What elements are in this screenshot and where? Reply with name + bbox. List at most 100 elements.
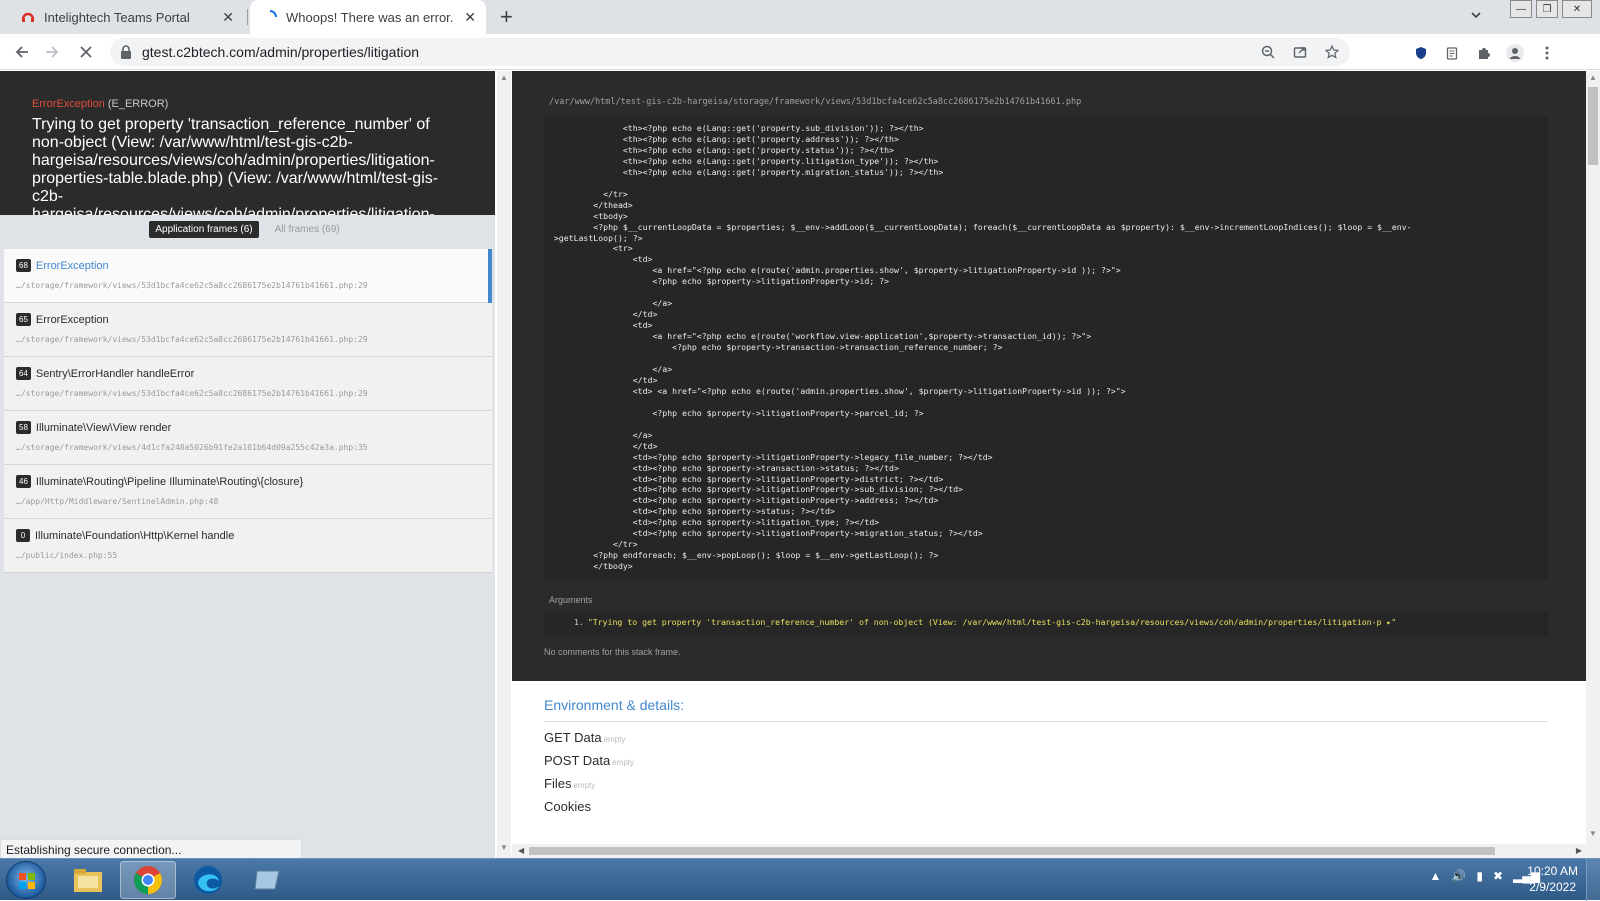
frame-item[interactable]: 68 ErrorException …/storage/framework/vie… (4, 249, 492, 303)
exception-class: ErrorException (32, 98, 105, 110)
frame-path: …/storage/framework/views/53d1bcfa4ce62c… (16, 281, 368, 290)
code-block: <th><?php echo e(Lang::get('property.sub… (544, 117, 1548, 579)
code-lines: <th><?php echo e(Lang::get('property.sub… (553, 123, 1412, 572)
stop-loading-icon[interactable] (74, 40, 98, 64)
frame-list: 68 ErrorException …/storage/framework/vie… (4, 249, 492, 573)
left-panel-scrollbar[interactable]: ▲ ▼ (497, 71, 511, 858)
scrollbar-thumb[interactable] (529, 847, 1495, 855)
tab-all-frames[interactable]: All frames (69) (269, 221, 346, 238)
loading-spinner-icon (262, 9, 278, 25)
env-empty-note: empty (573, 781, 596, 790)
frame-class: Illuminate\Foundation\Http\Kernel handle (35, 529, 235, 542)
frame-class: ErrorException (35, 259, 109, 272)
browser-tab-strip: Intelightech Teams Portal ✕ Whoops! Ther… (0, 0, 1600, 34)
share-icon[interactable] (1290, 42, 1310, 62)
frame-comments: No comments for this stack frame. (544, 647, 681, 657)
arguments-label: Arguments (549, 595, 593, 605)
frame-class: Sentry\ErrorHandler handleError (35, 367, 195, 380)
exception-title: ErrorException (E_ERROR) (32, 98, 463, 110)
browser-toolbar: gtest.c2btech.com/admin/properties/litig… (0, 34, 1600, 70)
close-tab-icon[interactable]: ✕ (222, 9, 234, 25)
frame-file-path[interactable]: /var/www/html/test-gis-c2b-hargeisa/stor… (549, 97, 1081, 107)
browser-menu-icon[interactable] (1536, 42, 1558, 64)
close-window-button[interactable]: ✕ (1562, 0, 1592, 18)
clock-time: 10:20 AM (1527, 864, 1578, 878)
lock-icon[interactable] (120, 45, 132, 59)
exception-header: ErrorException (E_ERROR) Trying to get p… (0, 71, 495, 215)
close-tab-icon[interactable]: ✕ (464, 9, 476, 25)
show-desktop-button[interactable] (1586, 859, 1600, 901)
frame-item[interactable]: 64 Sentry\ErrorHandler handleError …/stor… (4, 357, 492, 411)
clipboard-extension-icon[interactable] (1441, 42, 1463, 64)
frame-class: Illuminate\View\View render (35, 421, 172, 434)
scroll-down-arrow-icon[interactable]: ▼ (500, 843, 508, 852)
password-manager-extension-icon[interactable] (1410, 42, 1432, 64)
frame-filter-tabs: Application frames (6) All frames (69) (0, 215, 495, 243)
horizontal-scrollbar[interactable]: ◀ ▶ (512, 844, 1586, 858)
env-section-label: POST Data (544, 753, 611, 768)
address-bar[interactable]: gtest.c2btech.com/admin/properties/litig… (110, 38, 1350, 66)
frame-class: Illuminate\Routing\Pipeline Illuminate\R… (35, 475, 304, 488)
env-section-label: GET Data (544, 730, 602, 745)
code-viewer: /var/www/html/test-gis-c2b-hargeisa/stor… (512, 71, 1586, 681)
new-tab-button[interactable]: + (500, 5, 513, 29)
frame-class: ErrorException (35, 313, 109, 326)
env-section-get: GET Data empty (544, 730, 1548, 745)
restore-window-button[interactable]: ❐ (1536, 0, 1558, 18)
battery-icon[interactable]: ▮ (1476, 869, 1483, 883)
scroll-up-arrow-icon[interactable]: ▲ (500, 73, 508, 82)
forward-arrow-icon[interactable] (40, 40, 64, 64)
frame-path: …/storage/framework/views/53d1bcfa4ce62c… (16, 335, 368, 344)
clock-date: 2/9/2022 (1529, 880, 1576, 894)
env-empty-note: empty (603, 735, 626, 744)
scroll-down-arrow-icon[interactable]: ▼ (1589, 829, 1597, 838)
scrollbar-thumb[interactable] (1588, 87, 1598, 165)
tab-search-chevron-icon[interactable] (1470, 9, 1482, 24)
whoops-error-page: ErrorException (E_ERROR) Trying to get p… (0, 71, 1600, 858)
page-vertical-scrollbar[interactable]: ▲ ▼ (1586, 71, 1600, 858)
frame-item[interactable]: 65 ErrorException …/storage/framework/vie… (4, 303, 492, 357)
app-taskbar-icon[interactable] (240, 861, 296, 899)
argument-value[interactable]: "Trying to get property 'transaction_ref… (588, 617, 1396, 627)
volume-icon[interactable]: 🔊 (1451, 869, 1466, 883)
env-section-cookies: Cookies (544, 799, 1548, 814)
extensions-puzzle-icon[interactable] (1473, 42, 1495, 64)
browser-tab-teams-portal[interactable]: Intelightech Teams Portal ✕ (8, 0, 248, 34)
minimize-window-button[interactable]: — (1510, 0, 1532, 18)
frame-path: …/app/Http/Middleware/SentinelAdmin.php:… (16, 497, 219, 506)
start-button[interactable] (6, 861, 46, 899)
scroll-up-arrow-icon[interactable]: ▲ (1589, 73, 1597, 82)
profile-avatar-icon[interactable] (1504, 42, 1526, 64)
chrome-taskbar-icon[interactable] (120, 861, 176, 899)
frame-item[interactable]: 0 Illuminate\Foundation\Http\Kernel handl… (4, 519, 492, 573)
scroll-left-arrow-icon[interactable]: ◀ (518, 846, 524, 855)
environment-details: Environment & details: GET Data empty POS… (544, 697, 1548, 814)
edge-taskbar-icon[interactable] (180, 861, 236, 899)
frame-path: …/storage/framework/views/4d1cfa248a5026… (16, 443, 368, 452)
frame-index: 65 (16, 313, 31, 326)
frame-index: 58 (16, 421, 31, 434)
stack-trace-panel: ErrorException (E_ERROR) Trying to get p… (0, 71, 495, 858)
exception-type: (E_ERROR) (107, 98, 169, 110)
frame-item[interactable]: 46 Illuminate\Routing\Pipeline Illuminate… (4, 465, 492, 519)
back-arrow-icon[interactable] (10, 40, 34, 64)
browser-tab-error[interactable]: Whoops! There was an error. ✕ (250, 0, 486, 34)
env-section-label: Files (544, 776, 572, 791)
frame-index: 68 (16, 259, 31, 272)
env-section-files: Files empty (544, 776, 1548, 791)
network-error-icon[interactable]: ✖ (1493, 869, 1503, 883)
system-tray: ▲ 🔊 ▮ ✖ ▂▄▆ (1430, 869, 1540, 883)
env-empty-note: empty (612, 758, 635, 767)
url-text: gtest.c2btech.com/admin/properties/litig… (142, 44, 420, 60)
frame-path: …/storage/framework/views/53d1bcfa4ce62c… (16, 389, 368, 398)
file-explorer-taskbar-icon[interactable] (60, 861, 116, 899)
scroll-right-arrow-icon[interactable]: ▶ (1576, 846, 1582, 855)
bookmark-star-icon[interactable] (1322, 42, 1342, 62)
exception-message: Trying to get property 'transaction_refe… (32, 116, 439, 215)
show-hidden-icons-icon[interactable]: ▲ (1430, 869, 1442, 883)
frame-item[interactable]: 58 Illuminate\View\View render …/storage/… (4, 411, 492, 465)
environment-title: Environment & details: (544, 697, 1548, 722)
tab-application-frames[interactable]: Application frames (6) (149, 220, 259, 238)
zoom-icon[interactable] (1258, 42, 1278, 62)
taskbar-clock[interactable]: 10:20 AM 2/9/2022 (1527, 863, 1578, 895)
